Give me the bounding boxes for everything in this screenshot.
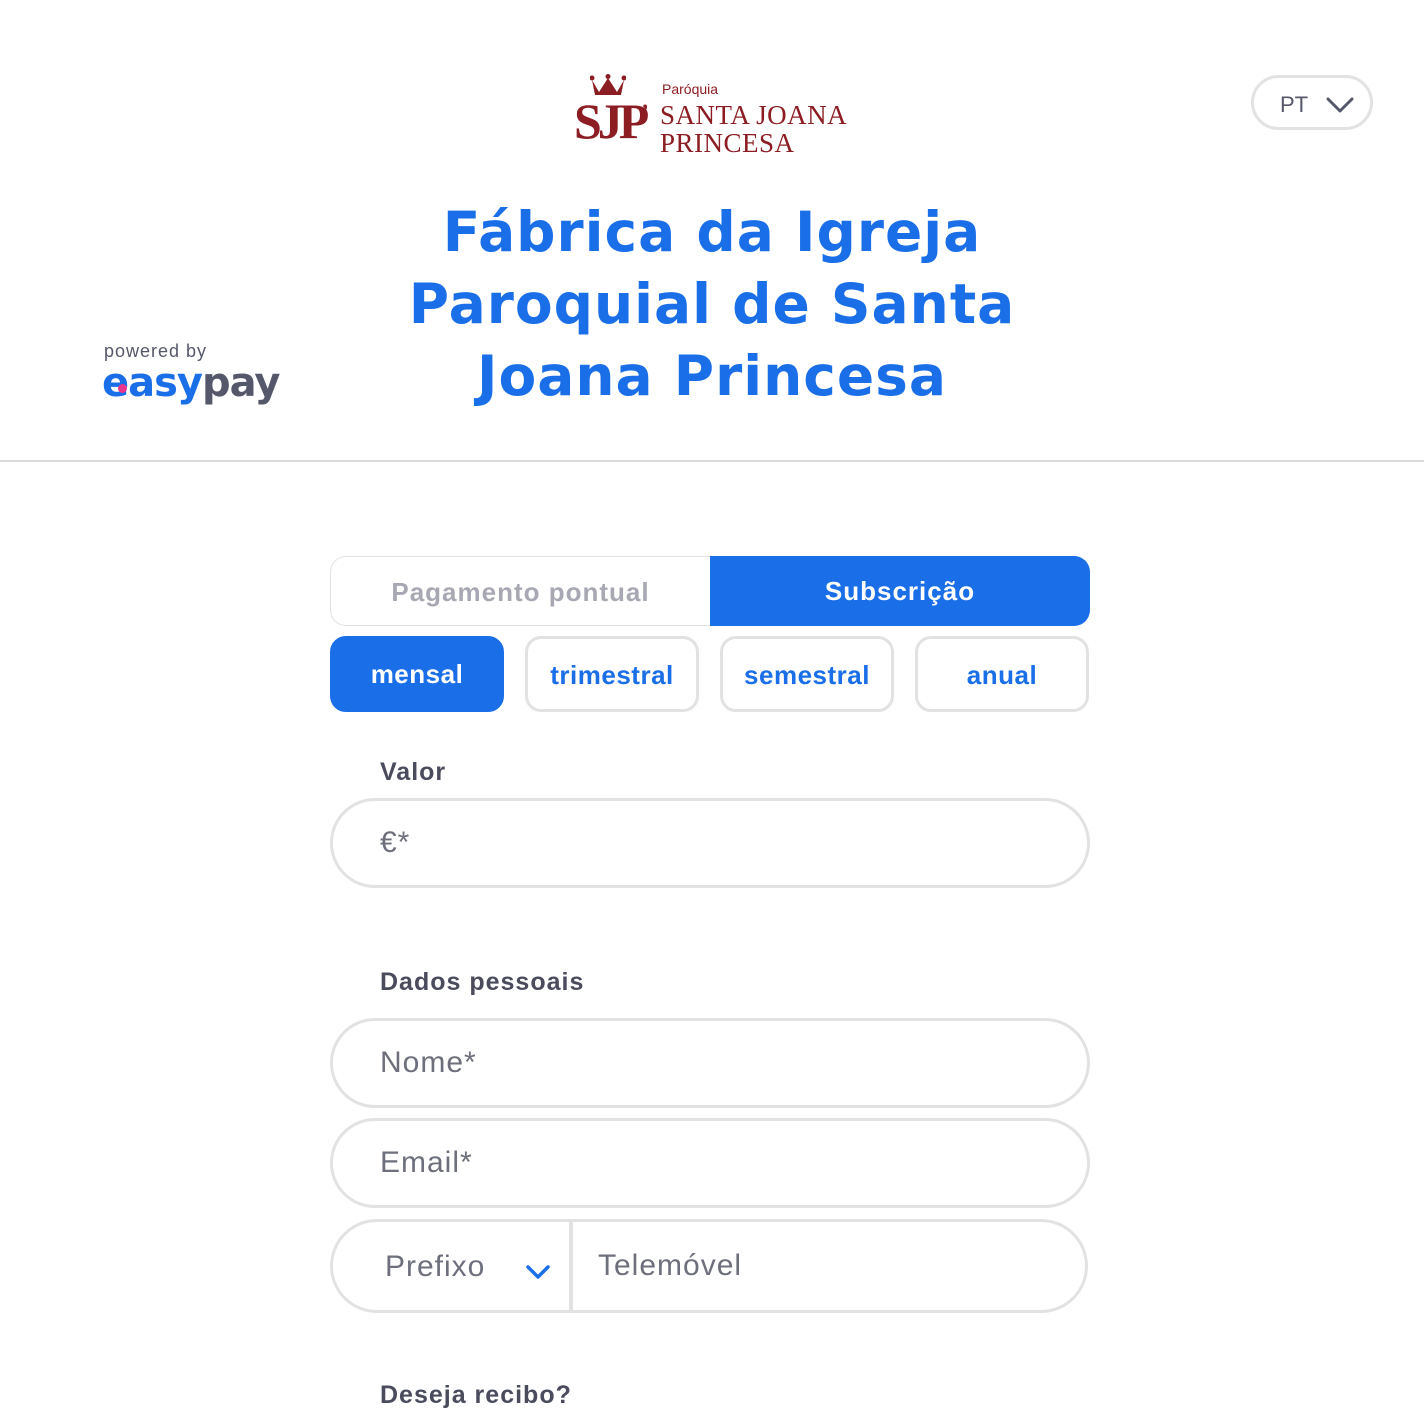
amount-label: Valor [380, 758, 447, 786]
amount-input[interactable] [380, 801, 1020, 885]
frequency-annual-button[interactable]: anual [915, 636, 1089, 712]
name-field-wrapper [330, 1018, 1090, 1108]
frequency-semiannual-button[interactable]: semestral [720, 636, 894, 712]
chevron-down-icon[interactable] [526, 1265, 550, 1279]
parish-logo: SJP ’ Paróquia SANTA JOANA PRINCESA [570, 74, 860, 158]
powered-by-easypay: powered by easypay [102, 341, 280, 406]
logo-line2: PRINCESA [660, 128, 795, 158]
logo-small-text: Paróquia [662, 81, 719, 97]
phone-input[interactable] [598, 1222, 1038, 1310]
frequency-quarterly-button[interactable]: trimestral [525, 636, 699, 712]
email-field-wrapper [330, 1118, 1090, 1208]
personal-data-label: Dados pessoais [380, 968, 585, 996]
page-title: Fábrica da Igreja Paroquial de Santa Joa… [408, 200, 1016, 408]
name-input[interactable] [380, 1021, 1020, 1105]
payment-type-tabs: Pagamento pontual Subscrição [330, 556, 1090, 626]
tab-subscription[interactable]: Subscrição [710, 556, 1090, 626]
logo-monogram: SJP [574, 93, 649, 149]
frequency-monthly-button[interactable]: mensal [330, 636, 504, 712]
easypay-dot-icon [118, 384, 127, 393]
header: SJP ’ Paróquia SANTA JOANA PRINCESA PT p… [0, 0, 1424, 462]
amount-field-wrapper [330, 798, 1090, 888]
tab-one-time-payment[interactable]: Pagamento pontual [330, 556, 710, 626]
logo-line1: SANTA JOANA [660, 100, 848, 130]
receipt-question-label: Deseja recibo? [380, 1381, 572, 1409]
language-selector[interactable]: PT [1251, 75, 1373, 130]
phone-field: Prefixo [330, 1219, 1088, 1313]
email-input[interactable] [380, 1121, 1020, 1205]
phone-prefix-select[interactable]: Prefixo [385, 1250, 485, 1284]
phone-divider [569, 1219, 573, 1313]
chevron-down-icon [1326, 97, 1354, 113]
language-value: PT [1280, 92, 1309, 117]
easypay-logo: easypay [102, 360, 280, 406]
